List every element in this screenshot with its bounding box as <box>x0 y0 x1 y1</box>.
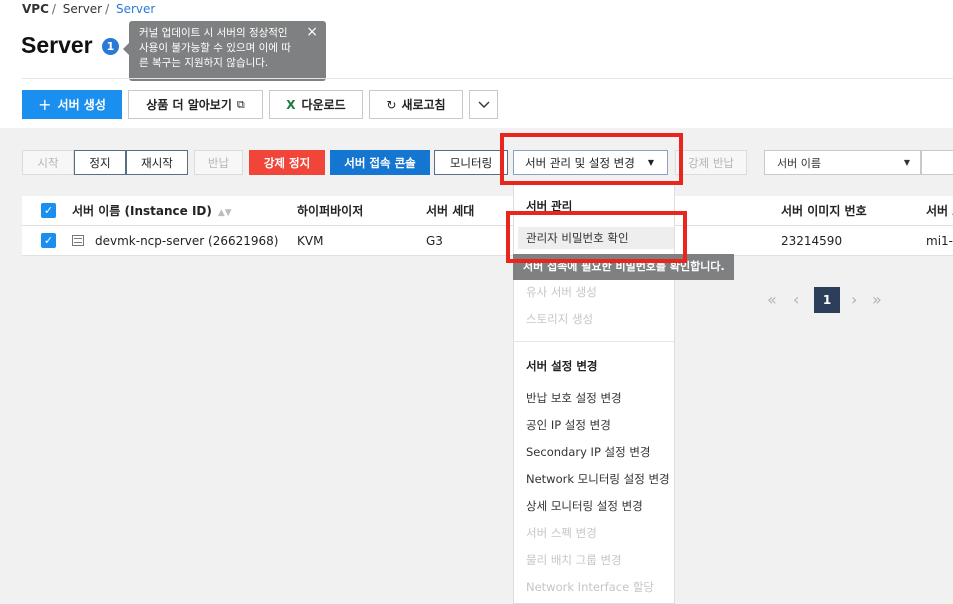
breadcrumb-current[interactable]: Server <box>116 2 155 16</box>
create-server-button[interactable]: + 서버 생성 <box>22 90 122 119</box>
server-icon <box>72 235 84 246</box>
start-button[interactable]: 시작 <box>22 150 74 175</box>
header-name[interactable]: 서버 이름 (Instance ID) ▲▼ <box>72 196 232 226</box>
chevron-down-icon <box>478 101 489 108</box>
refresh-icon: ↻ <box>386 97 397 112</box>
return-button[interactable]: 반납 <box>194 150 243 175</box>
learn-more-button[interactable]: 상품 더 알아보기 ⧉ <box>128 90 263 119</box>
server-console-button[interactable]: 서버 접속 콘솔 <box>330 150 430 175</box>
breadcrumb: VPC / Server / Server <box>22 2 156 16</box>
force-return-button[interactable]: 강제 반납 <box>675 150 747 175</box>
menu-item-return-protect[interactable]: 반납 보호 설정 변경 <box>526 390 622 406</box>
force-stop-button[interactable]: 강제 정지 <box>249 150 325 175</box>
table-row[interactable]: ✓ devmk-ncp-server (26621968) KVM G3 232… <box>22 226 953 256</box>
stop-button[interactable]: 정지 <box>74 150 126 175</box>
header-spec: 서버 스 <box>926 204 953 218</box>
search-input[interactable] <box>921 150 953 175</box>
menu-item-public-ip[interactable]: 공인 IP 설정 변경 <box>526 417 611 433</box>
restart-button[interactable]: 재시작 <box>126 150 188 175</box>
menu-divider <box>514 341 674 342</box>
close-icon[interactable]: × <box>306 25 318 40</box>
row-spec: mi1-g <box>926 234 953 248</box>
search-field-select[interactable]: 서버 이름 ▼ <box>764 150 921 175</box>
server-count-badge[interactable]: 1 <box>102 38 119 55</box>
first-page-icon[interactable]: « <box>767 287 777 313</box>
prev-page-icon[interactable]: ‹ <box>793 287 799 313</box>
row-image-number: 23214590 <box>781 234 843 248</box>
menu-item-similar-server[interactable]: 유사 서버 생성 <box>526 284 597 300</box>
highlight-box-manage <box>500 133 683 185</box>
menu-item-server-spec[interactable]: 서버 스펙 변경 <box>526 525 597 541</box>
refresh-button[interactable]: ↻ 새로고침 <box>369 90 463 119</box>
menu-item-detail-monitoring[interactable]: 상세 모니터링 설정 변경 <box>526 498 643 514</box>
row-hypervisor: KVM <box>297 234 324 248</box>
plus-icon: + <box>38 95 52 114</box>
menu-item-network-monitoring[interactable]: Network 모니터링 설정 변경 <box>526 471 670 487</box>
menu-item-secondary-ip[interactable]: Secondary IP 설정 변경 <box>526 444 651 460</box>
header-hypervisor: 하이퍼바이저 <box>297 204 364 218</box>
table-header: ✓ 서버 이름 (Instance ID) ▲▼ 하이퍼바이저 서버 세대 서버 … <box>22 196 953 226</box>
sort-icon[interactable]: ▲▼ <box>218 208 232 218</box>
download-button[interactable]: X 다운로드 <box>269 90 363 119</box>
page-title: Server <box>21 32 93 58</box>
current-page[interactable]: 1 <box>814 287 840 313</box>
row-checkbox[interactable]: ✓ <box>41 233 56 248</box>
select-all-checkbox[interactable]: ✓ <box>41 203 56 218</box>
header-generation: 서버 세대 <box>426 204 475 218</box>
monitoring-button[interactable]: 모니터링 <box>434 150 508 175</box>
menu-item-placement-group[interactable]: 물리 배치 그룹 변경 <box>526 552 622 568</box>
menu-group-settings: 서버 설정 변경 <box>526 359 598 373</box>
last-page-icon[interactable]: » <box>872 287 882 313</box>
breadcrumb-server[interactable]: Server <box>63 2 102 16</box>
header-image-number: 서버 이미지 번호 <box>781 204 867 218</box>
more-options-button[interactable] <box>469 90 498 119</box>
excel-icon: X <box>286 97 296 112</box>
divider <box>22 78 953 79</box>
highlight-box-admin-password <box>506 211 687 263</box>
kernel-update-tooltip: 커널 업데이트 시 서버의 정상적인 사용이 불가능할 수 있으며 이에 따른 … <box>123 21 326 81</box>
caret-down-icon: ▼ <box>903 158 910 167</box>
tooltip-text: 커널 업데이트 시 서버의 정상적인 사용이 불가능할 수 있으며 이에 따른 … <box>139 27 291 69</box>
row-generation: G3 <box>426 234 443 248</box>
external-link-icon: ⧉ <box>236 97 245 111</box>
row-name[interactable]: devmk-ncp-server (26621968) <box>95 226 278 256</box>
breadcrumb-vpc[interactable]: VPC <box>22 2 49 16</box>
next-page-icon[interactable]: › <box>851 287 857 313</box>
menu-item-storage[interactable]: 스토리지 생성 <box>526 311 593 327</box>
menu-item-network-interface[interactable]: Network Interface 할당 <box>526 579 654 595</box>
